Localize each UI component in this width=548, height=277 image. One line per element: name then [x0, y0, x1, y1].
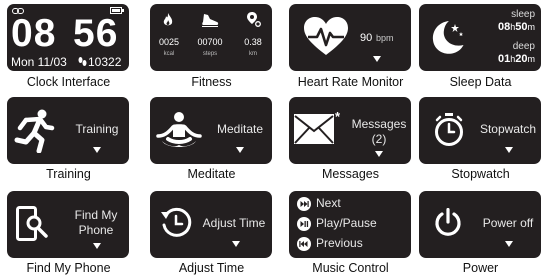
next-track-icon — [297, 197, 311, 211]
power-off-label: Power off — [482, 216, 534, 230]
running-shoe-icon — [202, 14, 219, 27]
training-label: Training — [75, 122, 119, 136]
heart-rate-unit: bpm — [376, 33, 394, 43]
deep-hours: 01 — [497, 53, 511, 65]
sleep-minutes: 50 — [515, 21, 528, 33]
play-pause-button[interactable]: Play/Pause — [297, 216, 407, 232]
flame-icon — [163, 13, 173, 26]
deep-minutes-unit: m — [527, 54, 536, 64]
sleep-hours: 08 — [497, 21, 511, 33]
heart-rate-value: 90 — [360, 32, 373, 44]
caption-heart-rate: Heart Rate Monitor — [297, 75, 404, 89]
clock-date: Mon 11/03 — [11, 55, 67, 69]
deep-minutes: 20 — [515, 53, 528, 65]
message-badge: * — [335, 109, 341, 124]
km-unit: km — [249, 51, 257, 57]
expand-arrow-icon[interactable] — [236, 147, 244, 153]
expand-arrow-icon[interactable] — [93, 243, 101, 249]
deep-label: deep — [512, 41, 535, 52]
fitness-screen[interactable]: 0025 kcal 00700 steps 0.38 km — [150, 4, 272, 71]
kcal-value: 0025 — [158, 37, 180, 47]
play-pause-icon — [297, 217, 311, 231]
messages-label: Messages — [351, 117, 407, 131]
previous-track-icon — [297, 237, 311, 251]
training-screen[interactable]: Training — [7, 97, 129, 164]
caption-training: Training — [46, 167, 91, 181]
envelope-icon — [294, 114, 334, 144]
moon-stars-icon — [432, 21, 464, 54]
clock-screen[interactable]: 08 56 Mon 11/03 10322 — [7, 4, 129, 71]
caption-clock: Clock Interface — [26, 75, 111, 89]
clock-steps: 10322 — [88, 55, 122, 69]
clock-arrow-icon — [161, 207, 192, 237]
adjust-time-screen[interactable]: Adjust Time — [150, 191, 272, 258]
meditate-label: Meditate — [216, 122, 264, 136]
sleep-duration: 08h50m — [498, 21, 535, 33]
sleep-label: sleep — [511, 9, 535, 20]
sleep-minutes-unit: m — [527, 22, 536, 32]
caption-sleep: Sleep Data — [449, 75, 512, 89]
caption-adjust-time: Adjust Time — [178, 261, 245, 275]
next-label: Next — [316, 196, 341, 210]
caption-messages: Messages — [322, 167, 379, 181]
caption-find-phone: Find My Phone — [26, 261, 111, 275]
messages-screen[interactable]: * Messages (2) — [289, 97, 411, 164]
previous-label: Previous — [316, 236, 363, 250]
previous-track-button[interactable]: Previous — [297, 236, 407, 252]
stopwatch-label: Stopwatch — [479, 122, 537, 136]
stopwatch-icon — [435, 113, 463, 146]
phone-search-icon — [16, 206, 48, 241]
km-value: 0.38 — [244, 37, 262, 47]
expand-arrow-icon[interactable] — [505, 241, 513, 247]
heart-rate-screen[interactable]: 90 bpm — [289, 4, 411, 71]
find-phone-label-line2: Phone — [78, 223, 114, 237]
caption-meditate: Meditate — [187, 167, 236, 181]
caption-power: Power — [462, 261, 499, 275]
next-track-button[interactable]: Next — [297, 196, 407, 212]
meditation-icon — [156, 112, 202, 147]
runner-icon — [14, 109, 55, 153]
caption-fitness: Fitness — [191, 75, 232, 89]
expand-arrow-icon[interactable] — [232, 241, 240, 247]
power-icon — [435, 208, 461, 236]
clock-hour: 08 — [11, 12, 57, 55]
adjust-time-label: Adjust Time — [202, 216, 266, 230]
expand-arrow-icon[interactable] — [505, 147, 513, 153]
stopwatch-screen[interactable]: Stopwatch — [419, 97, 541, 164]
caption-music-control: Music Control — [312, 261, 389, 275]
find-phone-screen[interactable]: Find My Phone — [7, 191, 129, 258]
clock-minute: 56 — [73, 12, 119, 55]
expand-arrow-icon[interactable] — [373, 56, 381, 62]
deep-duration: 01h20m — [498, 53, 535, 65]
location-pin-icon — [247, 12, 261, 27]
steps-unit: steps — [202, 51, 218, 57]
music-control-screen[interactable]: Next Play/Pause Previous — [289, 191, 411, 258]
messages-count: (2) — [371, 132, 387, 146]
expand-arrow-icon[interactable] — [375, 151, 383, 157]
expand-arrow-icon[interactable] — [93, 147, 101, 153]
find-phone-label-line1: Find My — [74, 208, 118, 222]
power-screen[interactable]: Power off — [419, 191, 541, 258]
meditate-screen[interactable]: Meditate — [150, 97, 272, 164]
steps-value: 00700 — [197, 37, 223, 47]
heart-pulse-icon — [304, 17, 348, 55]
kcal-unit: kcal — [163, 51, 175, 57]
caption-stopwatch: Stopwatch — [451, 167, 510, 181]
footprints-icon — [78, 57, 87, 66]
play-pause-label: Play/Pause — [316, 216, 377, 230]
sleep-screen[interactable]: sleep 08h50m deep 01h20m — [419, 4, 541, 71]
